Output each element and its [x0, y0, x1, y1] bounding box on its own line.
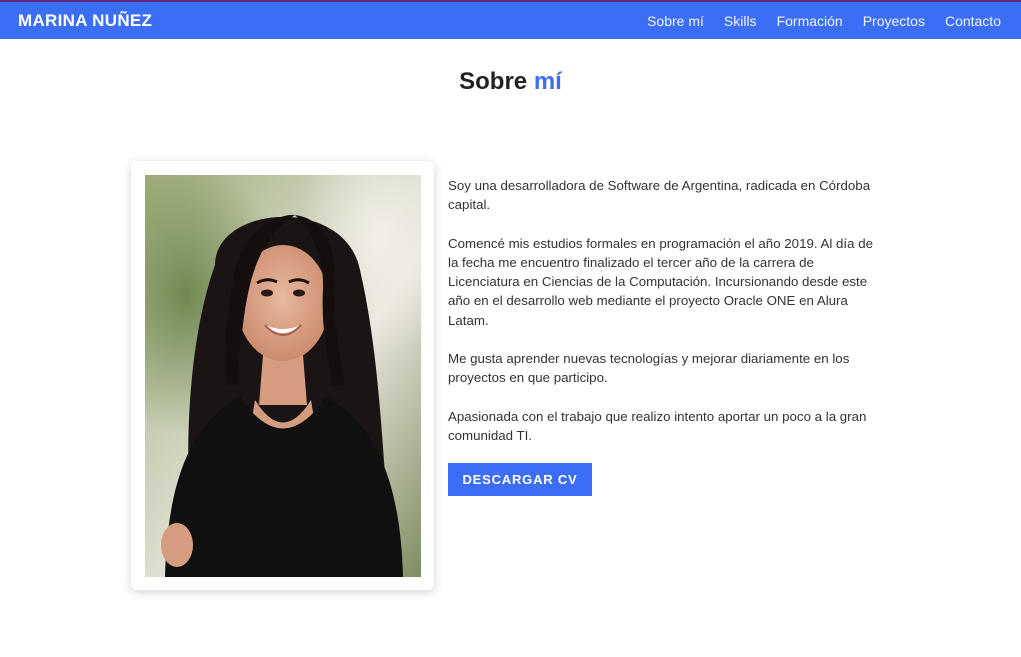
nav-link-sobre-mi[interactable]: Sobre mí	[647, 13, 704, 29]
profile-photo-card	[131, 161, 434, 590]
section-title-main: Sobre	[459, 68, 528, 95]
nav-links: Sobre mí Skills Formación Proyectos Cont…	[647, 13, 1003, 29]
nav-link-skills[interactable]: Skills	[724, 13, 757, 29]
about-paragraph-1: Soy una desarrolladora de Software de Ar…	[448, 178, 871, 213]
profile-photo	[145, 175, 421, 577]
navbar: MARINA NUÑEZ Sobre mí Skills Formación P…	[0, 0, 1021, 39]
brand-logo[interactable]: MARINA NUÑEZ	[18, 11, 152, 31]
about-paragraph-2: Comencé mis estudios formales en program…	[448, 235, 874, 328]
section-title: Sobre mí	[0, 68, 1021, 96]
section-title-accent: mí	[533, 68, 562, 95]
about-text: Soy una desarrolladora de Software de Ar…	[448, 176, 876, 464]
download-cv-button[interactable]: DESCARGAR CV	[448, 463, 592, 496]
nav-link-contacto[interactable]: Contacto	[945, 13, 1001, 29]
about-paragraph-4: Apasionada con el trabajo que realizo in…	[448, 408, 867, 443]
about-paragraph-3: Me gusta aprender nuevas tecnologías y m…	[448, 351, 850, 386]
nav-link-formacion[interactable]: Formación	[777, 13, 843, 29]
nav-link-proyectos[interactable]: Proyectos	[863, 13, 925, 29]
